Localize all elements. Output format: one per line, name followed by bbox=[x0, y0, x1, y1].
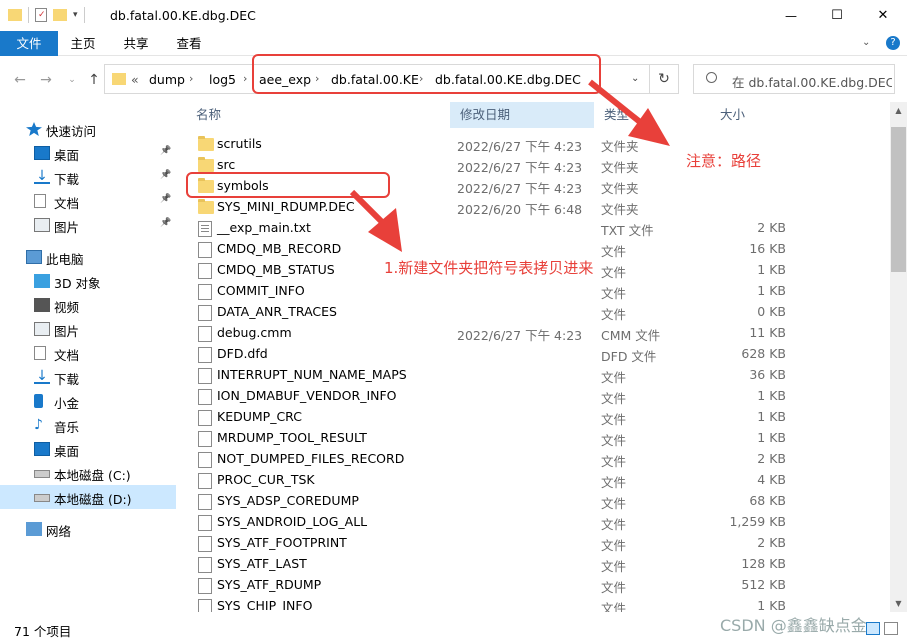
symbols-arrow-shaft bbox=[349, 189, 389, 229]
symbols-note: 1.新建文件夹把符号表拷贝进来 bbox=[384, 259, 594, 277]
annotation-arrows bbox=[349, 79, 670, 252]
file-explorer-window: ✓ ▾ db.fatal.00.KE.dbg.DEC — ☐ ✕ 文件 主页 共… bbox=[0, 0, 907, 641]
path-note: 注意：路径 bbox=[686, 152, 762, 170]
